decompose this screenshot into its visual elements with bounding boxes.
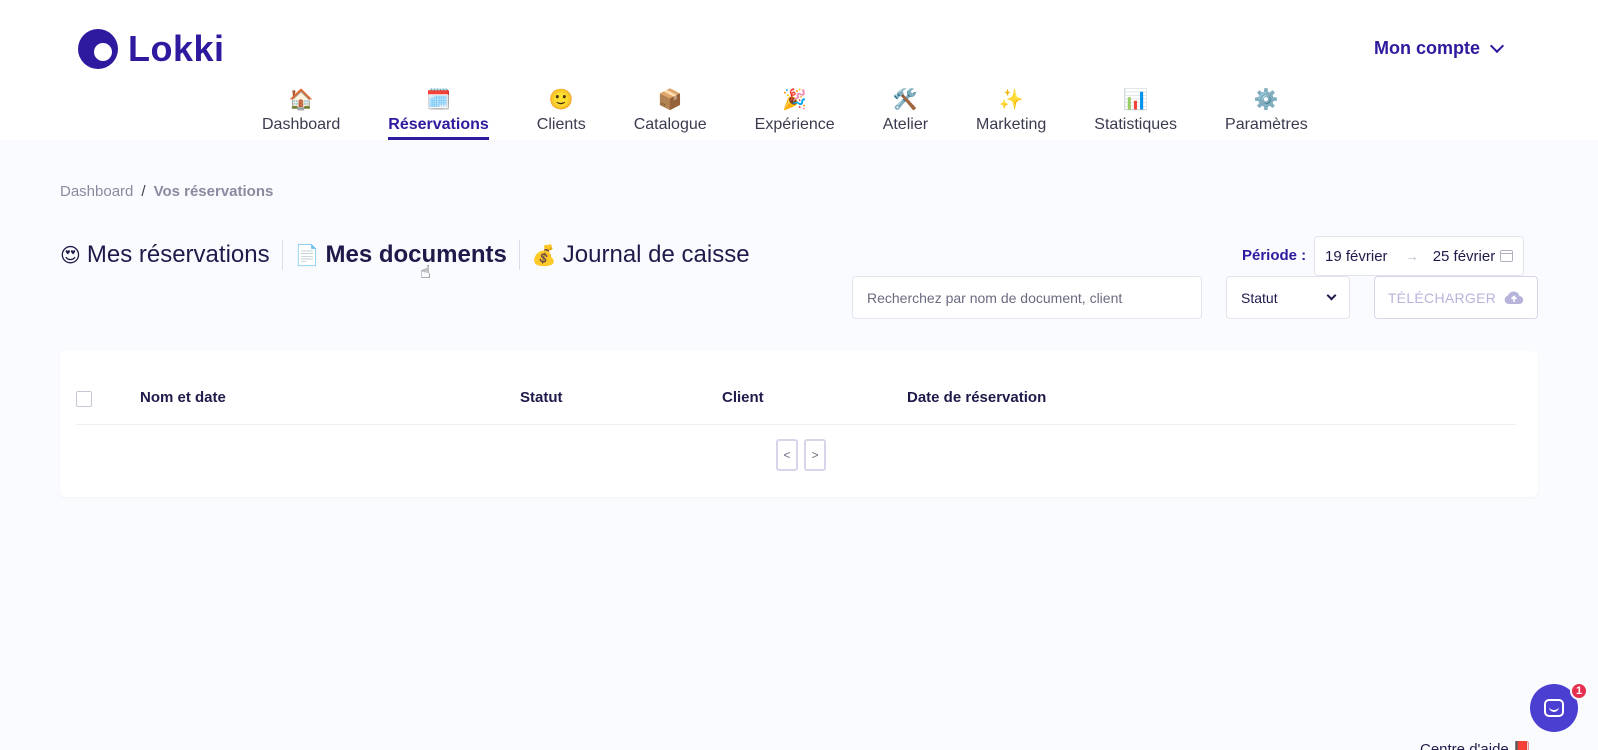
period-date-range-picker[interactable]: 19 février → 25 février [1314, 236, 1524, 276]
section-tabs: 😍 Mes réservations 📄 Mes documents 💰 Jou… [60, 240, 762, 270]
period-end-date[interactable]: 25 février [1433, 248, 1499, 265]
calendar-icon [1500, 250, 1513, 262]
heart-eyes-icon: 😍 [60, 243, 81, 267]
document-icon: 📄 [294, 243, 320, 267]
select-all-checkbox[interactable] [76, 391, 92, 407]
tab-mes-reservations[interactable]: 😍 Mes réservations [60, 241, 282, 269]
nav-item-clients[interactable]: 🙂 Clients [537, 86, 586, 134]
nav-item-reservations[interactable]: 🗓️ Réservations [388, 86, 489, 140]
tab-journal-de-caisse[interactable]: 💰 Journal de caisse [532, 241, 762, 269]
pagination: < > [776, 439, 826, 471]
notification-badge: 1 [1570, 682, 1588, 700]
nav-label: Réservations [388, 116, 489, 133]
hand-cursor-icon: ☝ [420, 262, 431, 283]
nav-item-catalogue[interactable]: 📦 Catalogue [634, 86, 707, 134]
breadcrumb-root-link[interactable]: Dashboard [60, 183, 133, 200]
tab-divider [518, 240, 520, 270]
search-input[interactable] [852, 276, 1202, 319]
nav-item-marketing[interactable]: ✨ Marketing [976, 86, 1046, 134]
chat-icon [1544, 699, 1564, 717]
nav-item-statistiques[interactable]: 📊 Statistiques [1094, 86, 1177, 134]
nav-label: Atelier [882, 116, 929, 133]
tab-label: Mes réservations [86, 241, 270, 268]
download-button[interactable]: TÉLÉCHARGER [1374, 276, 1538, 319]
pagination-next-button[interactable]: > [804, 439, 826, 471]
cloud-upload-icon [1504, 290, 1524, 304]
download-label: TÉLÉCHARGER [1387, 289, 1497, 306]
tab-mes-documents[interactable]: 📄 Mes documents [295, 241, 519, 269]
documents-table-card: Nom et date Statut Client Date de réserv… [60, 351, 1538, 497]
nav-item-parametres[interactable]: ⚙️ Paramètres [1225, 86, 1308, 134]
account-label: Mon compte [1374, 38, 1480, 58]
chevron-down-icon [1489, 38, 1505, 53]
nav-label: Expérience [754, 116, 835, 133]
nav-label: Statistiques [1094, 116, 1178, 133]
status-select[interactable]: Statut [1226, 276, 1350, 319]
bar-chart-icon: 📊 [1123, 87, 1149, 111]
nav-item-experience[interactable]: 🎉 Expérience [755, 86, 835, 134]
nav-label: Clients [536, 116, 586, 133]
nav-item-atelier[interactable]: 🛠️ Atelier [883, 86, 928, 134]
column-header-nom-et-date[interactable]: Nom et date [140, 389, 226, 406]
pagination-prev-button[interactable]: < [776, 439, 798, 471]
sparkles-icon: ✨ [998, 87, 1024, 111]
help-center-link[interactable]: Centre d'aide 📕 [1420, 740, 1532, 750]
tools-icon: 🛠️ [892, 87, 918, 111]
party-popper-icon: 🎉 [782, 87, 808, 111]
table-header-row: Nom et date Statut Client Date de réserv… [76, 381, 1516, 425]
account-menu-button[interactable]: Mon compte [1374, 38, 1505, 59]
nav-label: Paramètres [1225, 116, 1308, 133]
logo[interactable]: Lokki [78, 28, 225, 70]
logo-text: Lokki [128, 28, 225, 69]
gear-icon: ⚙️ [1253, 87, 1279, 111]
breadcrumb-separator: / [141, 183, 146, 200]
period-label: Période : [1242, 247, 1307, 264]
main-nav: 🏠 Dashboard 🗓️ Réservations 🙂 Clients 📦 … [262, 86, 1356, 140]
breadcrumb: Dashboard / Vos réservations [60, 183, 273, 200]
breadcrumb-current: Vos réservations [153, 183, 274, 200]
status-select-value: Statut [1241, 289, 1278, 306]
column-header-client[interactable]: Client [722, 389, 764, 406]
house-icon: 🏠 [288, 87, 314, 111]
nav-label: Dashboard [262, 116, 341, 133]
tab-divider [281, 240, 283, 270]
smiley-icon: 🙂 [548, 87, 574, 111]
arrow-right-icon: → [1404, 248, 1419, 264]
nav-label: Marketing [976, 116, 1047, 133]
logo-mark-icon [78, 29, 118, 69]
tab-label: Mes documents [325, 241, 507, 268]
money-bag-icon: 💰 [531, 243, 557, 267]
calendar-icon: 🗓️ [426, 87, 451, 111]
nav-label: Catalogue [633, 116, 707, 133]
nav-item-dashboard[interactable]: 🏠 Dashboard [262, 86, 340, 134]
period-start-date[interactable]: 19 février [1325, 248, 1391, 265]
tab-label: Journal de caisse [562, 241, 750, 268]
top-header: Lokki Mon compte 🏠 Dashboard 🗓️ Réservat… [0, 0, 1598, 140]
chevron-down-icon [1326, 290, 1337, 301]
column-header-statut[interactable]: Statut [520, 389, 563, 406]
package-icon: 📦 [657, 87, 683, 111]
column-header-date-de-reservation[interactable]: Date de réservation [907, 389, 1046, 406]
